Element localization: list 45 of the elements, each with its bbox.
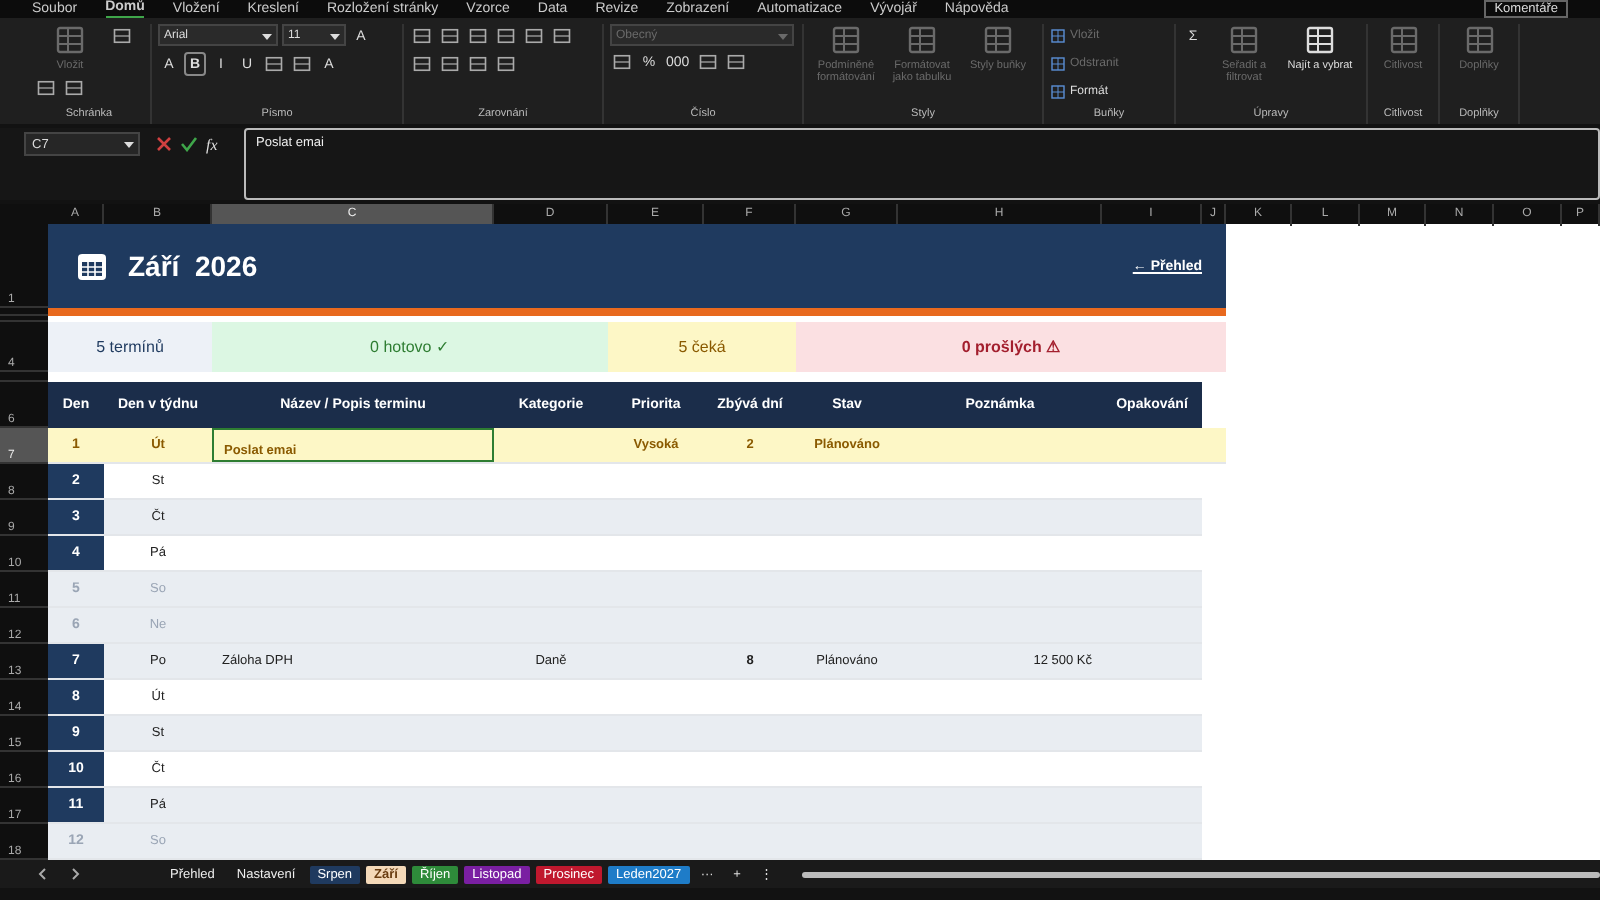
summary-total: 5 termínů: [48, 322, 212, 372]
summary-overdue: 0 prošlých ⚠: [796, 322, 1226, 372]
caret-icon: [124, 142, 134, 148]
grid-icon[interactable]: [262, 52, 286, 76]
calendar-icon: [76, 250, 108, 282]
grid-icon[interactable]: [438, 52, 462, 76]
grid-icon[interactable]: [550, 24, 574, 48]
grid-icon[interactable]: [410, 52, 434, 76]
grid-icon[interactable]: [438, 24, 462, 48]
grid-icon[interactable]: [466, 52, 490, 76]
check-icon[interactable]: [180, 136, 198, 152]
summary-waiting: 5 čeká: [608, 322, 796, 372]
grid-icon: [982, 24, 1014, 56]
grid-icon: [1050, 56, 1066, 72]
cancel-icon[interactable]: [156, 136, 172, 152]
grid-icon: [1304, 24, 1336, 56]
caret-icon: [778, 34, 788, 40]
grid-icon[interactable]: [695, 50, 720, 74]
grid-icon[interactable]: [522, 24, 546, 48]
grid-icon: [906, 24, 938, 56]
grid-icon[interactable]: [110, 24, 134, 48]
grid-icon[interactable]: [494, 52, 518, 76]
horizontal-scrollbar[interactable]: [801, 871, 1600, 877]
chevron-left-icon[interactable]: [38, 868, 46, 880]
grid-icon: [1463, 24, 1495, 56]
grid-icon: [1050, 84, 1066, 100]
grid-icon[interactable]: [466, 24, 490, 48]
summary-done: 0 hotovo ✓: [212, 322, 608, 372]
grid-icon: [1050, 28, 1066, 44]
grid-icon: [54, 24, 86, 56]
month-title: Září 2026: [128, 250, 258, 282]
grid-icon[interactable]: [34, 76, 58, 100]
caret-icon: [330, 34, 340, 40]
grid-icon[interactable]: [290, 52, 314, 76]
chevron-right-icon[interactable]: [72, 868, 80, 880]
grid-icon: [1228, 24, 1260, 56]
grid-icon: [1387, 24, 1419, 56]
grid-icon[interactable]: [494, 24, 518, 48]
grid-icon[interactable]: [723, 50, 748, 74]
grid-icon: [830, 24, 862, 56]
caret-icon: [262, 34, 272, 40]
grid-icon[interactable]: [610, 50, 634, 74]
grid-icon[interactable]: [62, 76, 86, 100]
function-button[interactable]: fx: [206, 135, 218, 153]
grid-icon[interactable]: [410, 24, 434, 48]
